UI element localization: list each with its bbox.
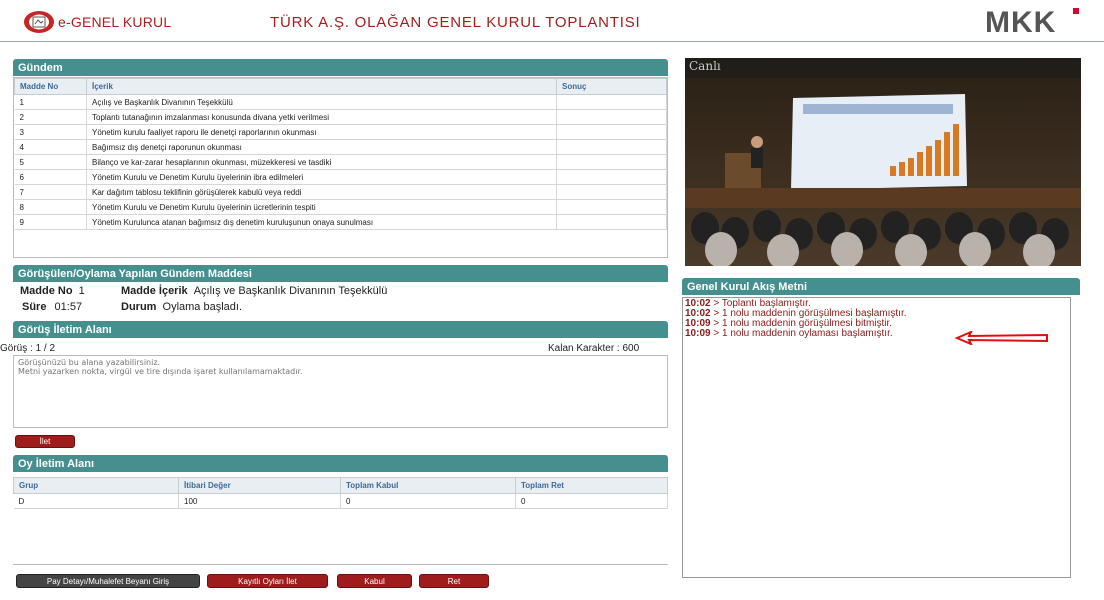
agenda-table: Madde No İçerik Sonuç 1 Açılış ve Başkanl…	[14, 78, 667, 230]
row-content: Yönetim kurulu faaliyet raporu ile denet…	[86, 124, 557, 140]
opinion-panel-header: Görüş İletim Alanı	[13, 321, 668, 338]
table-row[interactable]: D 100 0 0	[13, 493, 668, 509]
current-madde-icerik: Madde İçerik Açılış ve Başkanlık Divanın…	[121, 285, 387, 297]
row-result	[556, 199, 667, 215]
table-row[interactable]: 7 Kar dağıtım tablosu teklifinin görüşüle…	[14, 184, 667, 200]
row-no: 9	[14, 214, 87, 230]
row-group: D	[13, 493, 179, 509]
row-accept: 0	[340, 493, 516, 509]
row-result	[556, 94, 667, 110]
row-content: Yönetim Kurulu ve Denetim Kurulu üyeleri…	[86, 199, 557, 215]
row-no: 3	[14, 124, 87, 140]
row-nominal: 100	[178, 493, 341, 509]
table-row[interactable]: 8 Yönetim Kurulu ve Denetim Kurulu üyeler…	[14, 199, 667, 215]
row-result	[556, 169, 667, 185]
row-result	[556, 184, 667, 200]
logo-badge-icon	[22, 9, 56, 35]
mkk-logo: MKK	[985, 6, 1057, 39]
app-header: e-GENEL KURUL TÜRK A.Ş. OLAĞAN GENEL KUR…	[0, 0, 1104, 42]
accept-button[interactable]: Kabul	[337, 574, 412, 588]
agenda-col-madde-no[interactable]: Madde No	[14, 78, 87, 95]
vote-table: Grup İtibari Değer Toplam Kabul Toplam R…	[13, 477, 668, 509]
vote-panel-header: Oy İletim Alanı	[13, 455, 668, 472]
row-content: Bağımsız dış denetçi raporunun okunması	[86, 139, 557, 155]
send-saved-votes-button[interactable]: Kayıtlı Oyları İlet	[207, 574, 328, 588]
video-frame-image	[685, 58, 1081, 266]
row-content: Açılış ve Başkanlık Divanının Teşekkülü	[86, 94, 557, 110]
row-result	[556, 109, 667, 125]
vote-col-toplam-ret[interactable]: Toplam Ret	[515, 477, 668, 494]
remaining-characters: Kalan Karakter : 600	[548, 343, 640, 354]
table-row[interactable]: 9 Yönetim Kurulunca atanan bağımsız dış d…	[14, 214, 667, 230]
table-row[interactable]: 1 Açılış ve Başkanlık Divanının Teşekkülü	[14, 94, 667, 110]
row-no: 1	[14, 94, 87, 110]
row-no: 7	[14, 184, 87, 200]
row-content: Yönetim Kurulu ve Denetim Kurulu üyeleri…	[86, 169, 557, 185]
row-content: Bilanço ve kar-zarar hesaplarının okunma…	[86, 154, 557, 170]
table-row[interactable]: 2 Toplantı tutanağının imzalanması konusu…	[14, 109, 667, 125]
flow-panel-header: Genel Kurul Akış Metni	[682, 278, 1080, 295]
row-result	[556, 124, 667, 140]
live-video-player[interactable]: Canlı	[685, 58, 1081, 266]
opinion-count: Görüş : 1 / 2	[0, 343, 56, 354]
row-content: Toplantı tutanağının imzalanması konusun…	[86, 109, 557, 125]
red-arrow-icon	[955, 331, 1048, 345]
vote-col-grup[interactable]: Grup	[13, 477, 179, 494]
table-row[interactable]: 6 Yönetim Kurulu ve Denetim Kurulu üyeler…	[14, 169, 667, 185]
row-no: 6	[14, 169, 87, 185]
row-no: 8	[14, 199, 87, 215]
mkk-logo-dot	[1073, 8, 1079, 14]
table-row[interactable]: 4 Bağımsız dış denetçi raporunun okunması	[14, 139, 667, 155]
table-row[interactable]: 3 Yönetim kurulu faaliyet raporu ile dene…	[14, 124, 667, 140]
row-result	[556, 214, 667, 230]
reject-button[interactable]: Ret	[419, 574, 489, 588]
agenda-panel-header: Gündem	[13, 59, 668, 76]
madde-no-label: Madde No	[20, 285, 73, 297]
row-result	[556, 139, 667, 155]
agenda-panel: Madde No İçerik Sonuç 1 Açılış ve Başkanl…	[13, 77, 668, 258]
row-content: Yönetim Kurulunca atanan bağımsız dış de…	[86, 214, 557, 230]
row-no: 4	[14, 139, 87, 155]
sure-label: Süre	[22, 301, 47, 313]
current-durum: Durum Oylama başladı.	[121, 301, 242, 313]
page-title: TÜRK A.Ş. OLAĞAN GENEL KURUL TOPLANTISI	[270, 14, 641, 31]
durum-label: Durum	[121, 301, 157, 313]
current-sure: Süre 01:57	[22, 301, 82, 313]
e-genel-kurul-logo: e-GENEL KURUL	[22, 9, 171, 35]
opinion-textarea[interactable]	[13, 355, 668, 428]
row-content: Kar dağıtım tablosu teklifinin görüşüler…	[86, 184, 557, 200]
send-opinion-button[interactable]: İlet	[15, 435, 75, 448]
table-row[interactable]: 5 Bilanço ve kar-zarar hesaplarının okunm…	[14, 154, 667, 170]
madde-no-value: 1	[78, 285, 85, 297]
sure-value: 01:57	[54, 301, 83, 313]
agenda-col-sonuc[interactable]: Sonuç	[556, 78, 667, 95]
row-no: 2	[14, 109, 87, 125]
log-time: 10:09	[685, 328, 711, 339]
vote-col-toplam-kabul[interactable]: Toplam Kabul	[340, 477, 516, 494]
vote-panel: Grup İtibari Değer Toplam Kabul Toplam R…	[13, 473, 668, 565]
madde-icerik-label: Madde İçerik	[121, 285, 188, 297]
log-text: > 1 nolu maddenin oylaması başlamıştır.	[710, 328, 893, 339]
row-no: 5	[14, 154, 87, 170]
logo-text: e-GENEL KURUL	[58, 14, 172, 30]
agenda-col-icerik[interactable]: İçerik	[86, 78, 557, 95]
madde-icerik-value: Açılış ve Başkanlık Divanının Teşekkülü	[193, 285, 388, 297]
row-reject: 0	[515, 493, 668, 509]
current-item-panel-header: Görüşülen/Oylama Yapılan Gündem Maddesi	[13, 265, 668, 282]
pay-detay-button[interactable]: Pay Detayı/Muhalefet Beyanı Giriş	[16, 574, 200, 588]
current-madde-no: Madde No 1	[20, 285, 85, 297]
live-label: Canlı	[689, 59, 721, 73]
row-result	[556, 154, 667, 170]
vote-col-itibari-deger[interactable]: İtibari Değer	[178, 477, 341, 494]
durum-value: Oylama başladı.	[162, 301, 242, 313]
